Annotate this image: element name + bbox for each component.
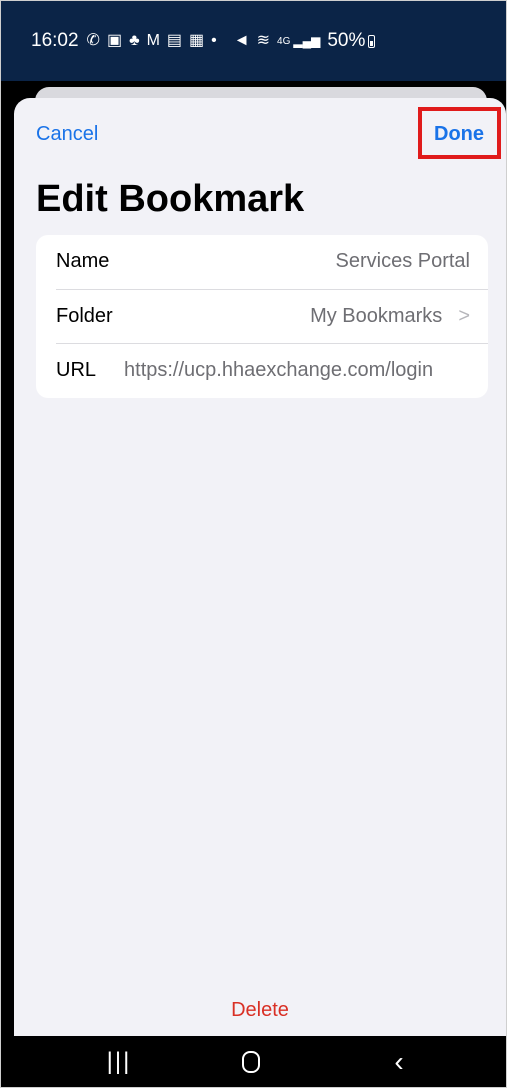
status-bar: 16:02 ✆ ▣ ♣ M ▤ ▦ • ◄ ≋ 4G ▂▄▆ 50%: [1, 1, 506, 81]
navigation-bar: ||| ‹: [1, 1036, 506, 1087]
edit-bookmark-sheet: Cancel Done Edit Bookmark Name Services …: [14, 98, 506, 1038]
folder-value: My Bookmarks: [310, 305, 443, 327]
name-row[interactable]: Name Services Portal: [36, 235, 488, 288]
url-row[interactable]: URL https://ucp.hhaexchange.com/login: [36, 344, 488, 397]
cancel-button[interactable]: Cancel: [36, 123, 98, 146]
outlook-alt-icon: ▦: [189, 32, 205, 49]
url-field[interactable]: https://ucp.hhaexchange.com/login: [124, 359, 433, 382]
recents-icon[interactable]: |||: [89, 1036, 149, 1087]
dot-icon: •: [211, 32, 217, 49]
mute-icon: ◄: [233, 32, 250, 49]
done-button[interactable]: Done: [434, 123, 484, 146]
whatsapp-icon: ✆: [86, 32, 100, 49]
chevron-right-icon: >: [458, 305, 470, 327]
home-icon[interactable]: [221, 1036, 281, 1087]
delete-button[interactable]: Delete: [14, 999, 506, 1022]
battery-icon: [368, 34, 376, 48]
status-time: 16:02: [31, 30, 79, 51]
wifi-icon: ≋: [256, 32, 271, 49]
bookmark-form: Name Services Portal Folder My Bookmarks…: [36, 235, 488, 398]
gmail-icon: M: [146, 32, 160, 49]
back-icon[interactable]: ‹: [369, 1036, 429, 1087]
battery-percent: 50%: [327, 30, 366, 51]
name-label: Name: [56, 250, 110, 272]
teams-icon: ▣: [106, 32, 123, 49]
network-type: 4G: [277, 35, 291, 47]
folder-label: Folder: [56, 305, 113, 327]
name-field[interactable]: Services Portal: [336, 250, 471, 273]
folder-row[interactable]: Folder My Bookmarks >: [36, 290, 488, 343]
page-title: Edit Bookmark: [36, 178, 305, 220]
outlook-icon: ▤: [166, 32, 183, 49]
url-label: URL: [56, 359, 97, 381]
phone-screen: 16:02 ✆ ▣ ♣ M ▤ ▦ • ◄ ≋ 4G ▂▄▆ 50% Cance…: [0, 0, 507, 1088]
signal-icon: ▂▄▆: [293, 34, 321, 48]
teams-alt-icon: ♣: [129, 32, 140, 49]
